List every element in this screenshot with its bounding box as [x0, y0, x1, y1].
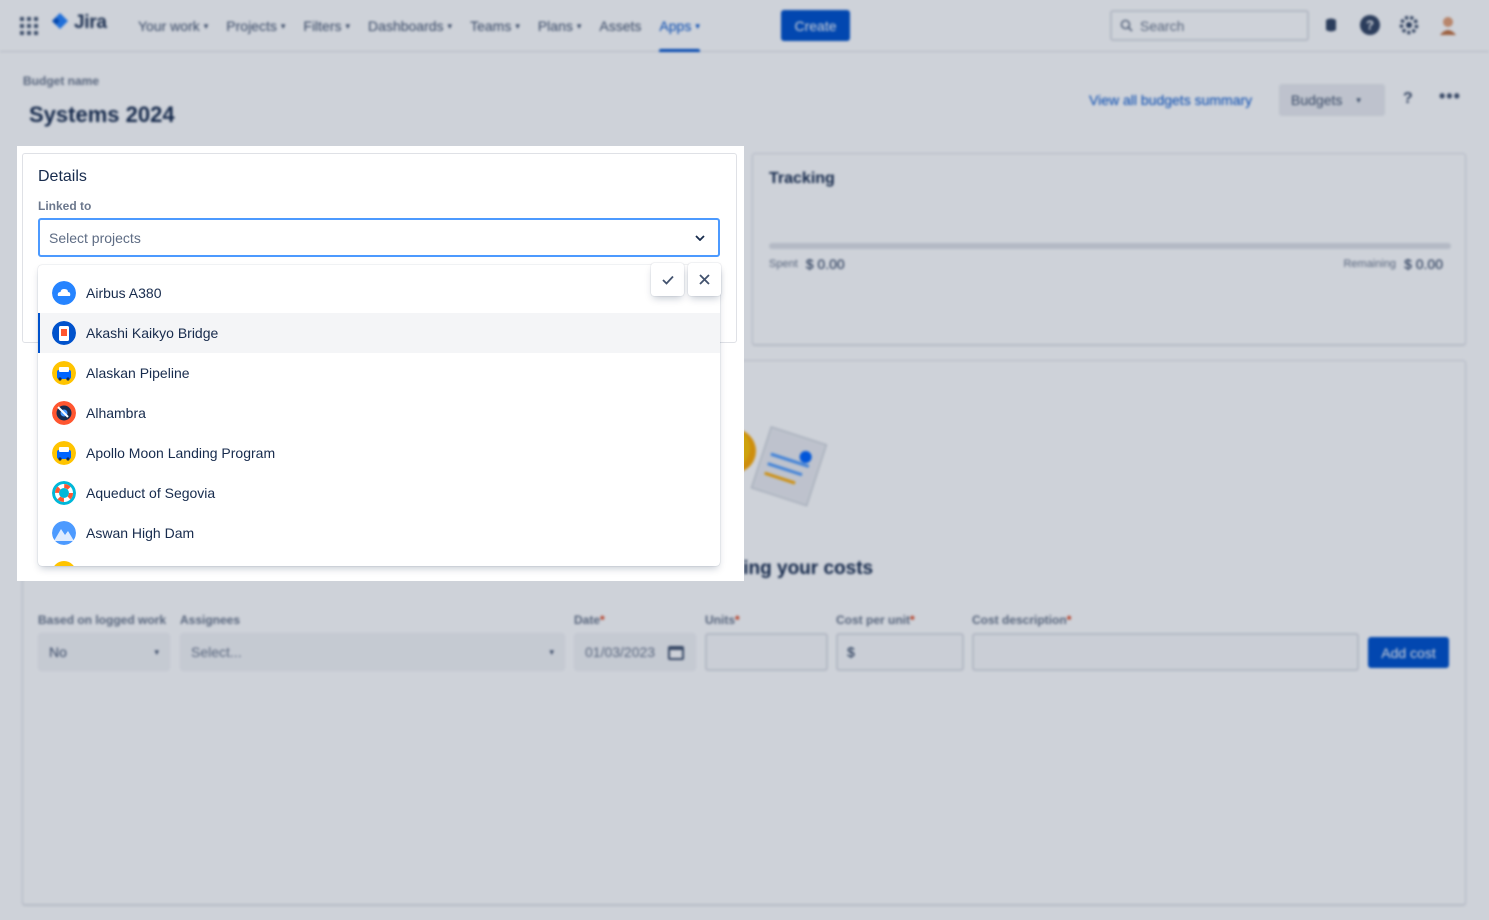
option-aswan-high-dam[interactable]: Aswan High Dam: [38, 513, 720, 553]
cancel-button[interactable]: [688, 263, 721, 296]
option-label: Alaskan Pipeline: [86, 365, 190, 381]
cloud-avatar-icon: [52, 281, 76, 305]
confirm-button[interactable]: [651, 263, 684, 296]
phone-avatar-icon: [52, 321, 76, 345]
option-aqueduct-of-segovia[interactable]: Aqueduct of Segovia: [38, 473, 720, 513]
option-alhambra[interactable]: Alhambra: [38, 393, 720, 433]
linked-to-label: Linked to: [38, 199, 91, 213]
lifebuoy-avatar-icon: [52, 481, 76, 505]
option-label: Aqueduct of Segovia: [86, 485, 215, 501]
car-avatar-icon: [52, 441, 76, 465]
option-apollo-moon-landing-program[interactable]: Apollo Moon Landing Program: [38, 433, 720, 473]
mountain-avatar-icon: [52, 521, 76, 545]
inline-edit-actions: [651, 263, 721, 296]
target-avatar-icon: [52, 401, 76, 425]
project-select[interactable]: Select projects: [38, 218, 720, 257]
project-dropdown-menu: Airbus A380 Akashi Kaikyo Bridge Alaskan…: [38, 265, 720, 566]
option-label: Akashi Kaikyo Bridge: [86, 325, 218, 341]
option-label: Airbus A380: [86, 285, 162, 301]
option-label: Alhambra: [86, 405, 146, 421]
chevron-down-icon: [692, 230, 708, 246]
project-select-placeholder: Select projects: [49, 230, 141, 246]
car-avatar-icon: [52, 361, 76, 385]
details-title: Details: [38, 168, 87, 186]
option-akashi-kaikyo-bridge[interactable]: Akashi Kaikyo Bridge: [38, 313, 720, 353]
option-alaskan-pipeline[interactable]: Alaskan Pipeline: [38, 353, 720, 393]
check-icon: [662, 275, 674, 285]
option-label: Aswan High Dam: [86, 525, 194, 541]
option-airbus-a380[interactable]: Airbus A380: [38, 273, 720, 313]
option-label: Apollo Moon Landing Program: [86, 445, 275, 461]
partial-option-avatar: [52, 561, 76, 566]
close-icon: [699, 274, 710, 285]
